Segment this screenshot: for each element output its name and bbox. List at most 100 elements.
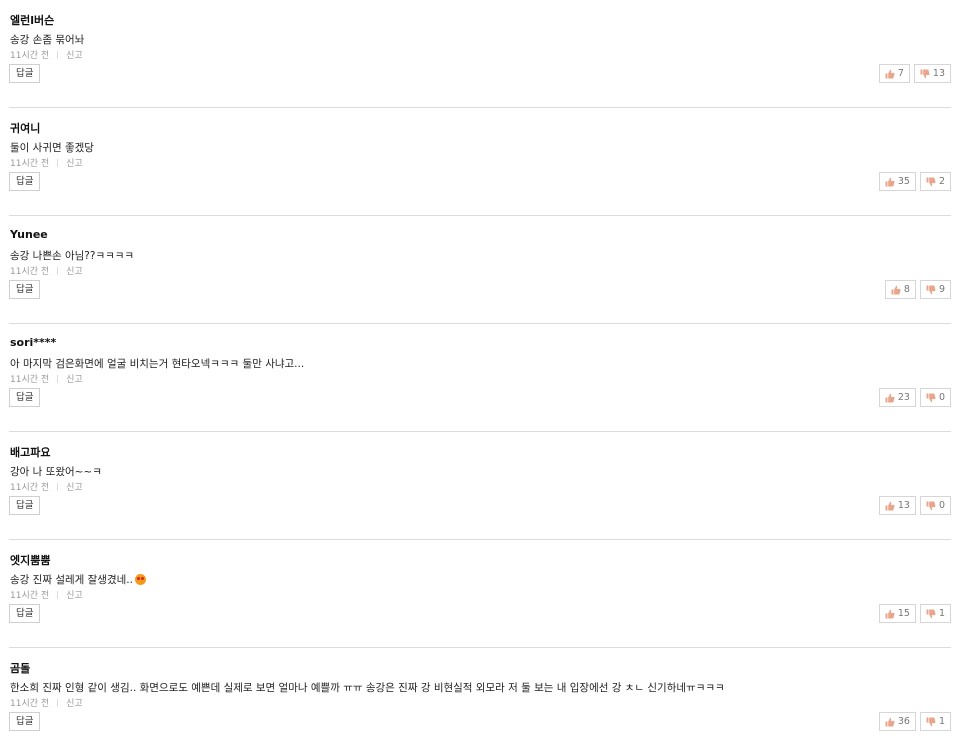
comment-author[interactable]: 곰돌 [10, 660, 30, 676]
heart-eyes-emoji-icon [134, 574, 146, 585]
dislike-count: 1 [938, 716, 945, 727]
comment-author[interactable]: sori**** [10, 336, 56, 349]
comment-text: 둘이 사귀면 좋겠당 [10, 140, 94, 155]
report-link[interactable]: 신고 [66, 591, 83, 601]
comment-item: 곰돌 한소희 진짜 인형 같이 생김.. 화면으로도 예쁜데 실제로 보면 얼마… [9, 648, 951, 756]
vote-buttons: 36 1 [878, 712, 951, 731]
like-button[interactable]: 8 [884, 280, 916, 299]
comment-item: Yunee 송강 나쁜손 아님??ㅋㅋㅋㅋ 11시간 전 신고 답글 8 9 [9, 216, 951, 324]
dislike-count: 1 [938, 608, 945, 619]
reply-button[interactable]: 답글 [9, 172, 41, 191]
comment-time: 11시간 전 [10, 591, 50, 601]
like-button[interactable]: 35 [878, 172, 916, 191]
comment-author[interactable]: Yunee [10, 228, 48, 241]
comment-list: 엘런l버슨 송강 손좀 묶어놔 11시간 전 신고 답글 7 13 귀여니 둘이… [0, 0, 960, 756]
like-count: 23 [897, 392, 910, 403]
comment-text-body: 아 마지막 검은화면에 얼굴 비치는거 현타오넥ㅋㅋㅋ 둘만 사냐고... [10, 358, 305, 370]
meta-divider [57, 267, 59, 275]
meta-divider [57, 483, 59, 491]
thumbs-down-icon [920, 69, 930, 79]
comment-meta: 11시간 전 신고 [10, 372, 83, 385]
report-link[interactable]: 신고 [66, 159, 83, 169]
like-button[interactable]: 13 [878, 496, 916, 515]
comment-author[interactable]: 엘런l버슨 [10, 12, 54, 28]
comment-meta: 11시간 전 신고 [10, 480, 83, 493]
dislike-count: 0 [938, 392, 945, 403]
dislike-button[interactable]: 1 [919, 604, 951, 623]
comment-author[interactable]: 엣지뿜뿜 [10, 552, 50, 568]
thumbs-up-icon [885, 393, 895, 403]
thumbs-up-icon [885, 501, 895, 511]
dislike-button[interactable]: 0 [919, 388, 951, 407]
like-count: 35 [897, 176, 910, 187]
comment-time: 11시간 전 [10, 483, 50, 493]
comment-text: 송강 나쁜손 아님??ㅋㅋㅋㅋ [10, 248, 134, 263]
comment-text-body: 송강 진짜 설레게 잘생겼네.. [10, 574, 133, 586]
comment-item: 귀여니 둘이 사귀면 좋겠당 11시간 전 신고 답글 35 2 [9, 108, 951, 216]
comment-time: 11시간 전 [10, 267, 50, 277]
like-count: 36 [897, 716, 910, 727]
report-link[interactable]: 신고 [66, 267, 83, 277]
thumbs-up-icon [885, 69, 895, 79]
dislike-button[interactable]: 13 [913, 64, 951, 83]
like-button[interactable]: 36 [878, 712, 916, 731]
dislike-button[interactable]: 0 [919, 496, 951, 515]
thumbs-down-icon [926, 717, 936, 727]
comment-meta: 11시간 전 신고 [10, 696, 83, 709]
vote-buttons: 15 1 [878, 604, 951, 623]
like-count: 15 [897, 608, 910, 619]
comment-time: 11시간 전 [10, 699, 50, 709]
dislike-button[interactable]: 9 [919, 280, 951, 299]
thumbs-up-icon [885, 609, 895, 619]
like-count: 13 [897, 500, 910, 511]
comment-text: 아 마지막 검은화면에 얼굴 비치는거 현타오넥ㅋㅋㅋ 둘만 사냐고... [10, 356, 304, 371]
reply-button[interactable]: 답글 [9, 64, 41, 83]
comment-meta: 11시간 전 신고 [10, 264, 83, 277]
comment-text-body: 송강 나쁜손 아님??ㅋㅋㅋㅋ [10, 250, 135, 262]
like-button[interactable]: 15 [878, 604, 916, 623]
comment-author[interactable]: 귀여니 [10, 120, 40, 136]
reply-button[interactable]: 답글 [9, 388, 41, 407]
reply-button[interactable]: 답글 [9, 496, 41, 515]
meta-divider [57, 375, 59, 383]
dislike-button[interactable]: 1 [919, 712, 951, 731]
meta-divider [57, 699, 59, 707]
thumbs-down-icon [926, 177, 936, 187]
thumbs-down-icon [926, 501, 936, 511]
like-button[interactable]: 7 [878, 64, 910, 83]
thumbs-up-icon [885, 717, 895, 727]
thumbs-down-icon [926, 609, 936, 619]
thumbs-down-icon [926, 393, 936, 403]
like-count: 7 [897, 68, 904, 79]
thumbs-down-icon [926, 285, 936, 295]
thumbs-up-icon [885, 177, 895, 187]
comment-text: 강아 나 또왔어~~ㅋ [10, 464, 102, 479]
vote-buttons: 7 13 [878, 64, 951, 83]
report-link[interactable]: 신고 [66, 375, 83, 385]
report-link[interactable]: 신고 [66, 483, 83, 493]
vote-buttons: 23 0 [878, 388, 951, 407]
meta-divider [57, 51, 59, 59]
thumbs-up-icon [891, 285, 901, 295]
dislike-count: 2 [938, 176, 945, 187]
reply-button[interactable]: 답글 [9, 712, 41, 731]
comment-author[interactable]: 배고파요 [10, 444, 50, 460]
reply-button[interactable]: 답글 [9, 280, 41, 299]
comment-item: 엣지뿜뿜 송강 진짜 설레게 잘생겼네.. 11시간 전 신고 답글 15 1 [9, 540, 951, 648]
comment-text: 송강 손좀 묶어놔 [10, 32, 84, 47]
comment-text-body: 한소희 진짜 인형 같이 생김.. 화면으로도 예쁜데 실제로 보면 얼마나 예… [10, 682, 725, 694]
comment-time: 11시간 전 [10, 375, 50, 385]
vote-buttons: 13 0 [878, 496, 951, 515]
comment-item: 엘런l버슨 송강 손좀 묶어놔 11시간 전 신고 답글 7 13 [9, 0, 951, 108]
comment-item: 배고파요 강아 나 또왔어~~ㅋ 11시간 전 신고 답글 13 0 [9, 432, 951, 540]
comment-time: 11시간 전 [10, 51, 50, 61]
dislike-button[interactable]: 2 [919, 172, 951, 191]
reply-button[interactable]: 답글 [9, 604, 41, 623]
vote-buttons: 8 9 [884, 280, 951, 299]
like-button[interactable]: 23 [878, 388, 916, 407]
comment-text: 송강 진짜 설레게 잘생겼네.. [10, 572, 146, 587]
dislike-count: 9 [938, 284, 945, 295]
report-link[interactable]: 신고 [66, 51, 83, 61]
report-link[interactable]: 신고 [66, 699, 83, 709]
dislike-count: 13 [932, 68, 945, 79]
